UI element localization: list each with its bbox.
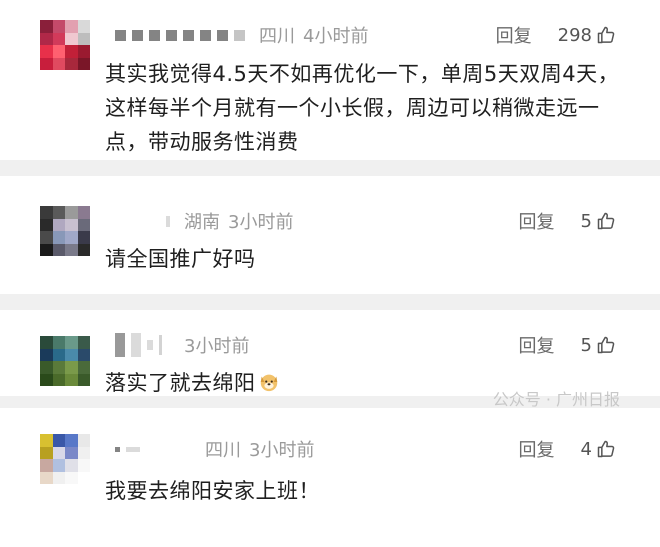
comment-text: 我要去绵阳安家上班！ — [105, 479, 320, 503]
comment-location: 四川 — [205, 440, 241, 461]
comment-actions: 回复 4 — [519, 436, 616, 462]
watermark: 公众号 · 广州日报 — [492, 390, 620, 409]
like-count: 5 — [580, 334, 592, 356]
avatar[interactable] — [40, 336, 90, 386]
avatar[interactable] — [40, 20, 90, 70]
comment-meta: 四川 4小时前 — [115, 22, 368, 48]
like-count: 4 — [580, 438, 592, 460]
reply-button[interactable]: 回复 — [496, 22, 532, 48]
comment-time: 3小时前 — [249, 440, 315, 461]
comment-card: 四川 4小时前 回复 298 其实我觉得4.5天不如再优化一下，单周5天双周4天… — [0, 0, 660, 160]
comment-card: 3小时前 回复 5 落实了就去绵阳 — [0, 310, 660, 396]
comment-text: 落实了就去绵阳 — [105, 371, 256, 395]
username-redacted[interactable] — [115, 444, 191, 455]
avatar[interactable] — [40, 434, 90, 484]
comment-card: 湖南 3小时前 回复 5 请全国推广好吗 — [0, 176, 660, 294]
comment-actions: 回复 5 — [519, 208, 616, 234]
comment-time: 4小时前 — [303, 26, 369, 47]
avatar[interactable] — [40, 206, 90, 256]
thumbs-up-icon[interactable] — [596, 335, 616, 355]
thumbs-up-icon[interactable] — [596, 439, 616, 459]
comment-time: 3小时前 — [228, 212, 294, 233]
comment-actions: 回复 5 — [519, 332, 616, 358]
like-count: 298 — [557, 24, 592, 46]
comment-meta: 湖南 3小时前 — [115, 208, 293, 234]
username-redacted[interactable] — [115, 215, 170, 227]
reply-button[interactable]: 回复 — [519, 436, 555, 462]
comment-location: 湖南 — [184, 212, 220, 233]
comment-card: 四川 3小时前 回复 4 我要去绵阳安家上班！ — [0, 408, 660, 547]
thumbs-up-icon[interactable] — [596, 25, 616, 45]
comment-meta: 3小时前 — [115, 332, 249, 358]
reply-button[interactable]: 回复 — [519, 332, 555, 358]
comment-location: 四川 — [259, 26, 295, 47]
thumbs-up-icon[interactable] — [596, 211, 616, 231]
dog-face-emoji-icon — [260, 374, 277, 392]
reply-button[interactable]: 回复 — [519, 208, 555, 234]
username-redacted[interactable] — [115, 29, 245, 41]
like-count: 5 — [580, 210, 592, 232]
comment-text: 请全国推广好吗 — [105, 247, 256, 271]
comment-time: 3小时前 — [184, 336, 250, 357]
comment-actions: 回复 298 — [496, 22, 616, 48]
username-redacted[interactable] — [115, 333, 162, 357]
comment-text: 其实我觉得4.5天不如再优化一下，单周5天双周4天，这样每半个月就有一个小长假，… — [105, 62, 620, 154]
comment-meta: 四川 3小时前 — [115, 436, 314, 462]
